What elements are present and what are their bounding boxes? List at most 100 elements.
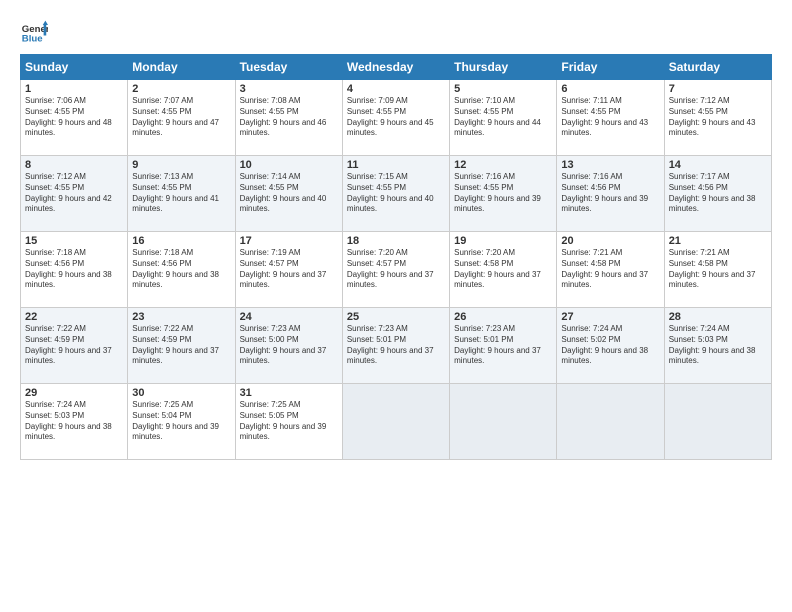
calendar-cell: 15 Sunrise: 7:18 AM Sunset: 4:56 PM Dayl… (21, 232, 128, 308)
day-number: 11 (347, 159, 445, 171)
day-number: 4 (347, 83, 445, 95)
cell-content: Sunrise: 7:21 AM Sunset: 4:58 PM Dayligh… (561, 248, 659, 291)
day-number: 25 (347, 311, 445, 323)
cell-content: Sunrise: 7:25 AM Sunset: 5:05 PM Dayligh… (240, 400, 338, 443)
cell-content: Sunrise: 7:22 AM Sunset: 4:59 PM Dayligh… (25, 324, 123, 367)
calendar-cell: 14 Sunrise: 7:17 AM Sunset: 4:56 PM Dayl… (664, 156, 771, 232)
day-number: 17 (240, 235, 338, 247)
calendar-week-5: 29 Sunrise: 7:24 AM Sunset: 5:03 PM Dayl… (21, 384, 772, 460)
calendar-cell: 18 Sunrise: 7:20 AM Sunset: 4:57 PM Dayl… (342, 232, 449, 308)
day-header-sunday: Sunday (21, 55, 128, 80)
day-number: 6 (561, 83, 659, 95)
day-number: 20 (561, 235, 659, 247)
calendar-cell: 29 Sunrise: 7:24 AM Sunset: 5:03 PM Dayl… (21, 384, 128, 460)
day-header-saturday: Saturday (664, 55, 771, 80)
calendar-cell: 23 Sunrise: 7:22 AM Sunset: 4:59 PM Dayl… (128, 308, 235, 384)
day-number: 5 (454, 83, 552, 95)
calendar-week-4: 22 Sunrise: 7:22 AM Sunset: 4:59 PM Dayl… (21, 308, 772, 384)
cell-content: Sunrise: 7:09 AM Sunset: 4:55 PM Dayligh… (347, 96, 445, 139)
day-number: 23 (132, 311, 230, 323)
day-number: 2 (132, 83, 230, 95)
calendar-cell: 21 Sunrise: 7:21 AM Sunset: 4:58 PM Dayl… (664, 232, 771, 308)
cell-content: Sunrise: 7:06 AM Sunset: 4:55 PM Dayligh… (25, 96, 123, 139)
day-number: 26 (454, 311, 552, 323)
day-number: 30 (132, 387, 230, 399)
cell-content: Sunrise: 7:19 AM Sunset: 4:57 PM Dayligh… (240, 248, 338, 291)
day-header-thursday: Thursday (450, 55, 557, 80)
cell-content: Sunrise: 7:16 AM Sunset: 4:55 PM Dayligh… (454, 172, 552, 215)
calendar-cell: 1 Sunrise: 7:06 AM Sunset: 4:55 PM Dayli… (21, 80, 128, 156)
cell-content: Sunrise: 7:23 AM Sunset: 5:01 PM Dayligh… (454, 324, 552, 367)
cell-content: Sunrise: 7:24 AM Sunset: 5:03 PM Dayligh… (25, 400, 123, 443)
calendar-cell: 7 Sunrise: 7:12 AM Sunset: 4:55 PM Dayli… (664, 80, 771, 156)
calendar-cell (664, 384, 771, 460)
calendar-page: General Blue SundayMondayTuesdayWednesda… (0, 0, 792, 612)
cell-content: Sunrise: 7:07 AM Sunset: 4:55 PM Dayligh… (132, 96, 230, 139)
cell-content: Sunrise: 7:12 AM Sunset: 4:55 PM Dayligh… (669, 96, 767, 139)
cell-content: Sunrise: 7:10 AM Sunset: 4:55 PM Dayligh… (454, 96, 552, 139)
cell-content: Sunrise: 7:13 AM Sunset: 4:55 PM Dayligh… (132, 172, 230, 215)
day-number: 19 (454, 235, 552, 247)
day-number: 21 (669, 235, 767, 247)
cell-content: Sunrise: 7:15 AM Sunset: 4:55 PM Dayligh… (347, 172, 445, 215)
calendar-cell: 26 Sunrise: 7:23 AM Sunset: 5:01 PM Dayl… (450, 308, 557, 384)
day-number: 16 (132, 235, 230, 247)
cell-content: Sunrise: 7:17 AM Sunset: 4:56 PM Dayligh… (669, 172, 767, 215)
day-number: 8 (25, 159, 123, 171)
calendar-cell: 20 Sunrise: 7:21 AM Sunset: 4:58 PM Dayl… (557, 232, 664, 308)
cell-content: Sunrise: 7:11 AM Sunset: 4:55 PM Dayligh… (561, 96, 659, 139)
day-number: 15 (25, 235, 123, 247)
cell-content: Sunrise: 7:18 AM Sunset: 4:56 PM Dayligh… (25, 248, 123, 291)
calendar-cell: 5 Sunrise: 7:10 AM Sunset: 4:55 PM Dayli… (450, 80, 557, 156)
cell-content: Sunrise: 7:21 AM Sunset: 4:58 PM Dayligh… (669, 248, 767, 291)
calendar-table: SundayMondayTuesdayWednesdayThursdayFrid… (20, 54, 772, 460)
calendar-header-row: SundayMondayTuesdayWednesdayThursdayFrid… (21, 55, 772, 80)
cell-content: Sunrise: 7:08 AM Sunset: 4:55 PM Dayligh… (240, 96, 338, 139)
day-number: 12 (454, 159, 552, 171)
day-header-friday: Friday (557, 55, 664, 80)
day-number: 28 (669, 311, 767, 323)
day-number: 27 (561, 311, 659, 323)
calendar-week-3: 15 Sunrise: 7:18 AM Sunset: 4:56 PM Dayl… (21, 232, 772, 308)
cell-content: Sunrise: 7:22 AM Sunset: 4:59 PM Dayligh… (132, 324, 230, 367)
calendar-cell: 19 Sunrise: 7:20 AM Sunset: 4:58 PM Dayl… (450, 232, 557, 308)
calendar-cell (450, 384, 557, 460)
day-header-tuesday: Tuesday (235, 55, 342, 80)
calendar-cell: 31 Sunrise: 7:25 AM Sunset: 5:05 PM Dayl… (235, 384, 342, 460)
day-number: 3 (240, 83, 338, 95)
calendar-cell: 3 Sunrise: 7:08 AM Sunset: 4:55 PM Dayli… (235, 80, 342, 156)
calendar-cell: 22 Sunrise: 7:22 AM Sunset: 4:59 PM Dayl… (21, 308, 128, 384)
calendar-cell: 25 Sunrise: 7:23 AM Sunset: 5:01 PM Dayl… (342, 308, 449, 384)
day-header-monday: Monday (128, 55, 235, 80)
svg-text:Blue: Blue (22, 34, 43, 45)
calendar-cell: 24 Sunrise: 7:23 AM Sunset: 5:00 PM Dayl… (235, 308, 342, 384)
day-number: 1 (25, 83, 123, 95)
header: General Blue (20, 18, 772, 46)
calendar-cell: 30 Sunrise: 7:25 AM Sunset: 5:04 PM Dayl… (128, 384, 235, 460)
calendar-cell: 17 Sunrise: 7:19 AM Sunset: 4:57 PM Dayl… (235, 232, 342, 308)
day-number: 29 (25, 387, 123, 399)
logo-icon: General Blue (20, 18, 48, 46)
cell-content: Sunrise: 7:25 AM Sunset: 5:04 PM Dayligh… (132, 400, 230, 443)
cell-content: Sunrise: 7:20 AM Sunset: 4:58 PM Dayligh… (454, 248, 552, 291)
cell-content: Sunrise: 7:14 AM Sunset: 4:55 PM Dayligh… (240, 172, 338, 215)
calendar-cell: 16 Sunrise: 7:18 AM Sunset: 4:56 PM Dayl… (128, 232, 235, 308)
day-number: 22 (25, 311, 123, 323)
cell-content: Sunrise: 7:24 AM Sunset: 5:02 PM Dayligh… (561, 324, 659, 367)
cell-content: Sunrise: 7:20 AM Sunset: 4:57 PM Dayligh… (347, 248, 445, 291)
calendar-cell (557, 384, 664, 460)
calendar-week-1: 1 Sunrise: 7:06 AM Sunset: 4:55 PM Dayli… (21, 80, 772, 156)
calendar-cell: 11 Sunrise: 7:15 AM Sunset: 4:55 PM Dayl… (342, 156, 449, 232)
calendar-cell: 13 Sunrise: 7:16 AM Sunset: 4:56 PM Dayl… (557, 156, 664, 232)
day-number: 14 (669, 159, 767, 171)
logo: General Blue (20, 18, 52, 46)
cell-content: Sunrise: 7:12 AM Sunset: 4:55 PM Dayligh… (25, 172, 123, 215)
day-number: 7 (669, 83, 767, 95)
calendar-cell: 10 Sunrise: 7:14 AM Sunset: 4:55 PM Dayl… (235, 156, 342, 232)
day-header-wednesday: Wednesday (342, 55, 449, 80)
calendar-cell: 12 Sunrise: 7:16 AM Sunset: 4:55 PM Dayl… (450, 156, 557, 232)
calendar-cell: 2 Sunrise: 7:07 AM Sunset: 4:55 PM Dayli… (128, 80, 235, 156)
calendar-cell (342, 384, 449, 460)
day-number: 31 (240, 387, 338, 399)
cell-content: Sunrise: 7:18 AM Sunset: 4:56 PM Dayligh… (132, 248, 230, 291)
